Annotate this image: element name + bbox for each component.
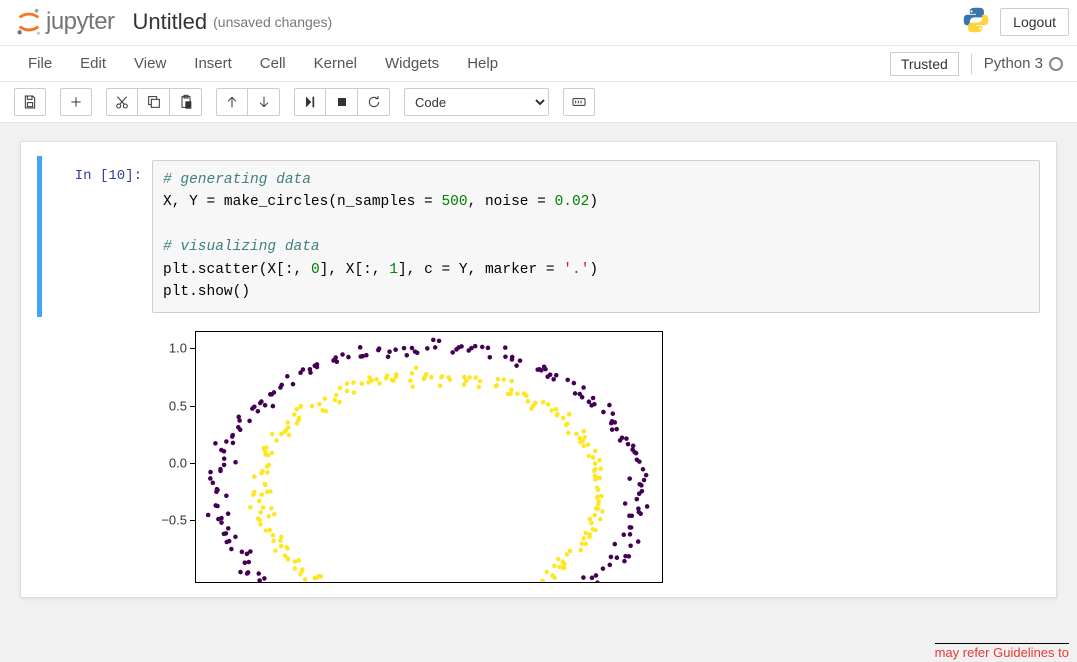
notebook-name[interactable]: Untitled: [133, 9, 208, 35]
save-status: (unsaved changes): [213, 14, 332, 30]
trusted-badge[interactable]: Trusted: [890, 52, 959, 76]
ytick-label: 0.5: [147, 398, 187, 413]
jupyter-wordmark: jupyter: [46, 8, 115, 36]
menu-cell[interactable]: Cell: [246, 46, 300, 81]
add-cell-button[interactable]: [60, 88, 92, 116]
jupyter-logo[interactable]: jupyter: [14, 7, 115, 37]
menu-insert[interactable]: Insert: [180, 46, 246, 81]
ytick-label: 1.0: [147, 341, 187, 356]
code-cell[interactable]: In [10]: # generating dataX, Y = make_ci…: [37, 156, 1040, 317]
interrupt-button[interactable]: [326, 88, 358, 116]
cut-button[interactable]: [106, 88, 138, 116]
code-input[interactable]: # generating dataX, Y = make_circles(n_s…: [152, 160, 1040, 313]
kernel-name: Python 3: [984, 55, 1043, 72]
menubar: FileEditViewInsertCellKernelWidgetsHelp …: [0, 46, 1077, 82]
notebook-page: In [10]: # generating dataX, Y = make_ci…: [20, 141, 1057, 598]
kernel-idle-icon: [1049, 57, 1063, 71]
move-up-button[interactable]: [216, 88, 248, 116]
menu-edit[interactable]: Edit: [66, 46, 120, 81]
copy-button[interactable]: [138, 88, 170, 116]
menu-help[interactable]: Help: [453, 46, 512, 81]
command-palette-button[interactable]: [563, 88, 595, 116]
input-prompt: In [10]:: [42, 160, 152, 313]
output-area: . −0.50.00.51.0: [37, 321, 1040, 583]
header: jupyter Untitled (unsaved changes) Logou…: [0, 0, 1077, 46]
celltype-select[interactable]: CodeMarkdownRaw NBConvertHeading: [404, 88, 549, 116]
save-button[interactable]: [14, 88, 46, 116]
notebook-area: In [10]: # generating dataX, Y = make_ci…: [0, 123, 1077, 662]
menu-view[interactable]: View: [120, 46, 180, 81]
paste-button[interactable]: [170, 88, 202, 116]
toolbar: CodeMarkdownRaw NBConvertHeading: [0, 82, 1077, 123]
menu-kernel[interactable]: Kernel: [300, 46, 371, 81]
page-cutoff-text: may refer Guidelines to: [935, 643, 1069, 657]
ytick-label: −0.5: [147, 513, 187, 528]
run-button[interactable]: [294, 88, 326, 116]
jupyter-icon: [14, 7, 44, 37]
restart-button[interactable]: [358, 88, 390, 116]
scatter-plot: [195, 331, 663, 583]
python-icon: [962, 6, 990, 37]
logout-button[interactable]: Logout: [1000, 8, 1069, 36]
move-down-button[interactable]: [248, 88, 280, 116]
menu-widgets[interactable]: Widgets: [371, 46, 453, 81]
menu-file[interactable]: File: [14, 46, 66, 81]
ytick-label: 0.0: [147, 455, 187, 470]
kernel-label: Python 3: [984, 55, 1063, 72]
